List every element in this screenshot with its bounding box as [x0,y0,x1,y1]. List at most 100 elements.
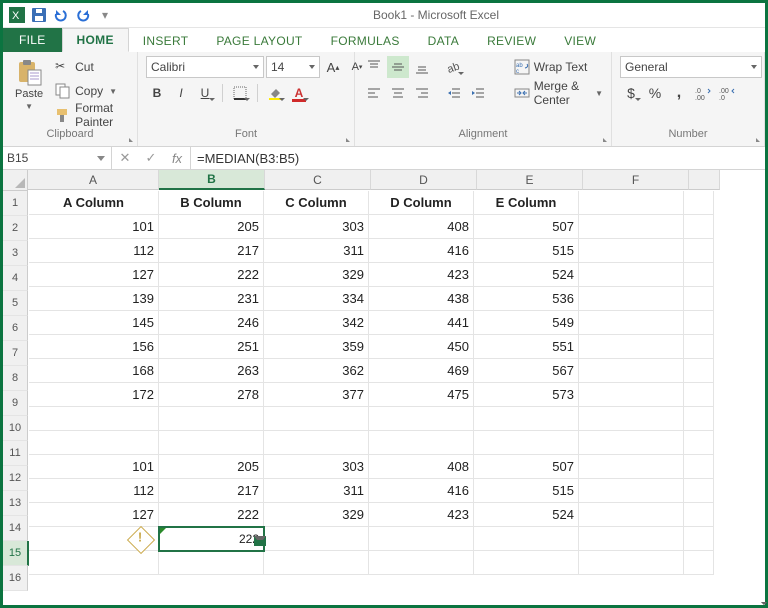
row-header[interactable]: 15 [3,541,29,566]
data-cell[interactable]: 362 [264,359,369,383]
data-cell[interactable]: 246 [159,311,264,335]
increase-decimal-icon[interactable]: .0.00 [692,82,714,104]
data-cell[interactable] [369,431,474,455]
header-cell[interactable]: C Column [264,191,369,215]
font-name-select[interactable]: Calibri [146,56,264,78]
border-button[interactable] [229,82,251,104]
data-cell[interactable] [29,407,159,431]
tab-file[interactable]: FILE [3,28,62,52]
data-cell[interactable] [264,551,369,575]
data-cell[interactable]: 156 [29,335,159,359]
row-header[interactable]: 10 [3,416,28,441]
data-cell[interactable]: 127 [29,503,159,527]
data-cell[interactable]: 303 [264,215,369,239]
data-cell[interactable]: 311 [264,479,369,503]
data-cell[interactable] [29,527,159,551]
data-cell[interactable] [579,215,684,239]
increase-indent-icon[interactable] [467,82,489,104]
column-header[interactable]: D [371,170,477,190]
data-cell[interactable] [264,407,369,431]
data-cell[interactable]: 515 [474,239,579,263]
data-cell[interactable]: 551 [474,335,579,359]
fill-color-button[interactable] [264,82,286,104]
header-cell[interactable] [579,191,684,215]
italic-button[interactable]: I [170,82,192,104]
row-header[interactable]: 12 [3,466,28,491]
tab-formulas[interactable]: FORMULAS [317,30,414,52]
merge-center-button[interactable]: Merge & Center▼ [514,82,603,104]
data-cell[interactable] [474,431,579,455]
data-cell[interactable]: 263 [159,359,264,383]
data-cell[interactable] [264,431,369,455]
data-cell[interactable] [579,479,684,503]
row-header[interactable]: 7 [3,341,28,366]
align-right-icon[interactable] [411,82,433,104]
fx-icon[interactable]: fx [164,151,190,166]
row-header[interactable]: 5 [3,291,28,316]
enter-formula-icon[interactable]: ✓ [138,150,164,166]
data-cell[interactable]: 112 [29,479,159,503]
font-color-button[interactable]: A [288,82,310,104]
formula-bar[interactable]: =MEDIAN(B3:B5) [191,147,765,169]
row-header[interactable]: 16 [3,566,28,591]
data-cell[interactable]: 450 [369,335,474,359]
row-header[interactable]: 11 [3,441,28,466]
data-cell[interactable] [684,479,714,503]
percent-button[interactable]: % [644,82,666,104]
redo-icon[interactable] [75,7,91,23]
data-cell[interactable]: 222 [159,263,264,287]
data-cell[interactable]: 524 [474,263,579,287]
row-header[interactable]: 4 [3,266,28,291]
data-cell[interactable] [684,359,714,383]
data-cell[interactable]: 567 [474,359,579,383]
data-cell[interactable]: 469 [369,359,474,383]
align-center-icon[interactable] [387,82,409,104]
data-cell[interactable]: 423 [369,503,474,527]
data-cell[interactable]: 329 [264,503,369,527]
font-size-select[interactable]: 14 [266,56,320,78]
data-cell[interactable] [684,311,714,335]
data-cell[interactable] [159,407,264,431]
data-cell[interactable]: 408 [369,455,474,479]
data-cell[interactable] [579,503,684,527]
row-header[interactable]: 3 [3,241,28,266]
header-cell[interactable]: E Column [474,191,579,215]
data-cell[interactable]: 507 [474,215,579,239]
data-cell[interactable]: 278 [159,383,264,407]
data-cell[interactable]: 475 [369,383,474,407]
data-cell[interactable]: 416 [369,239,474,263]
error-trace-icon[interactable] [127,526,155,554]
data-cell[interactable]: 251 [159,335,264,359]
tab-page-layout[interactable]: PAGE LAYOUT [202,30,316,52]
data-cell[interactable] [369,407,474,431]
data-cell[interactable] [579,551,684,575]
underline-button[interactable]: U [194,82,216,104]
cut-button[interactable]: ✂Cut [55,56,129,78]
data-cell[interactable]: 573 [474,383,579,407]
data-cell[interactable]: 112 [29,239,159,263]
data-cell[interactable]: 549 [474,311,579,335]
data-cell[interactable]: 441 [369,311,474,335]
bold-button[interactable]: B [146,82,168,104]
data-cell[interactable] [474,527,579,551]
comma-button[interactable]: , [668,82,690,104]
data-cell[interactable] [684,383,714,407]
currency-button[interactable]: $ [620,82,642,104]
decrease-indent-icon[interactable] [443,82,465,104]
row-header[interactable]: 14 [3,516,28,541]
row-header[interactable]: 8 [3,366,28,391]
data-cell[interactable] [684,455,714,479]
data-cell[interactable] [684,503,714,527]
row-header[interactable]: 9 [3,391,28,416]
data-cell[interactable]: 311 [264,239,369,263]
data-cell[interactable]: 524 [474,503,579,527]
data-cell[interactable]: 334 [264,287,369,311]
tab-insert[interactable]: INSERT [129,30,203,52]
data-cell[interactable]: 101 [29,215,159,239]
row-header[interactable]: 1 [3,191,28,216]
column-header[interactable]: B [159,170,265,190]
data-cell[interactable] [684,215,714,239]
data-cell[interactable] [579,431,684,455]
data-cell[interactable]: 205 [159,455,264,479]
data-cell[interactable]: 168 [29,359,159,383]
